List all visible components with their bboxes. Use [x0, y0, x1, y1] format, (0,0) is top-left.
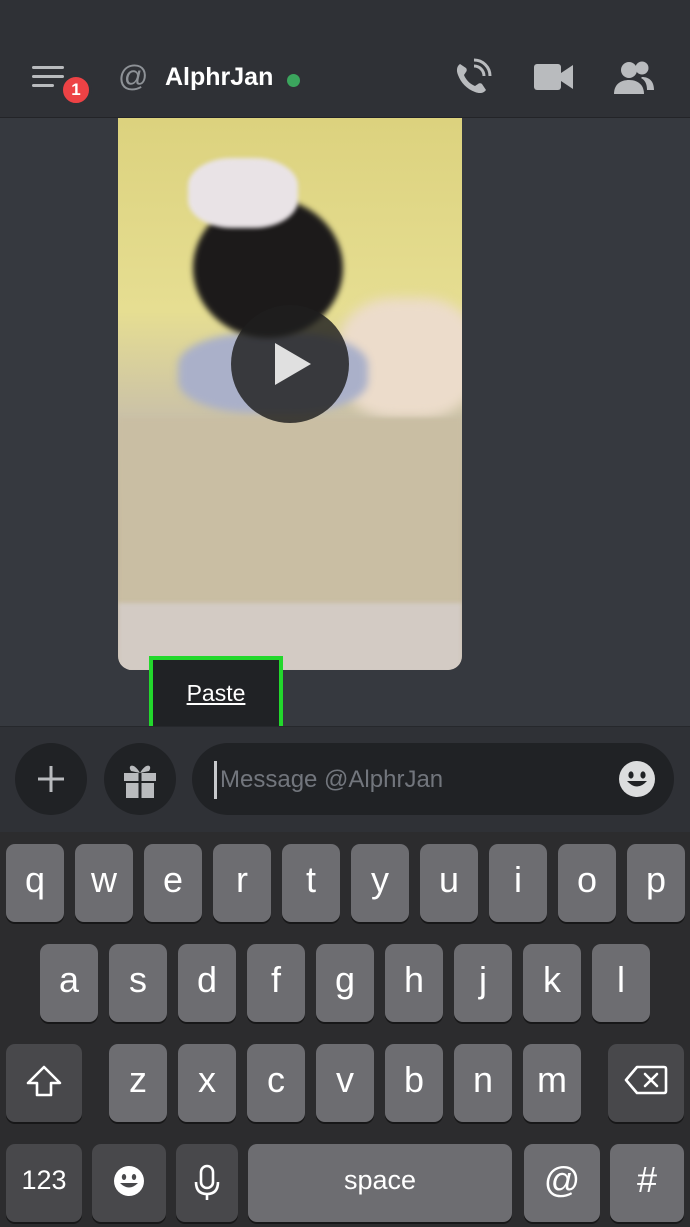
hash-key[interactable]: #: [610, 1144, 684, 1222]
members-button[interactable]: [612, 60, 656, 101]
emoji-keyboard-icon: [114, 1166, 144, 1196]
key-h[interactable]: h: [385, 944, 443, 1022]
key-v[interactable]: v: [316, 1044, 374, 1122]
key-p[interactable]: p: [627, 844, 685, 922]
key-i[interactable]: i: [489, 844, 547, 922]
message-input[interactable]: Message @AlphrJan: [192, 743, 674, 815]
on-screen-keyboard: q w e r t y u i o p a s d f g h j k l z …: [0, 832, 690, 1227]
key-j[interactable]: j: [454, 944, 512, 1022]
video-call-icon: [534, 64, 573, 90]
key-l[interactable]: l: [592, 944, 650, 1022]
gift-icon: [124, 765, 156, 798]
key-u[interactable]: u: [420, 844, 478, 922]
at-key[interactable]: @: [524, 1144, 600, 1222]
key-s[interactable]: s: [109, 944, 167, 1022]
add-attachment-button[interactable]: [15, 743, 87, 815]
voice-call-button[interactable]: [452, 58, 492, 103]
video-attachment[interactable]: [118, 118, 462, 670]
message-composer: Message @AlphrJan: [0, 726, 690, 832]
menu-icon-line: [32, 75, 64, 78]
key-t[interactable]: t: [282, 844, 340, 922]
key-r[interactable]: r: [213, 844, 271, 922]
shift-key[interactable]: [6, 1044, 82, 1122]
key-m[interactable]: m: [523, 1044, 581, 1122]
backspace-icon: [624, 1065, 668, 1095]
video-frame: [188, 158, 298, 228]
text-caret: [214, 761, 217, 799]
key-d[interactable]: d: [178, 944, 236, 1022]
microphone-icon: [194, 1164, 220, 1200]
key-a[interactable]: a: [40, 944, 98, 1022]
key-z[interactable]: z: [109, 1044, 167, 1122]
app-root: 1 @ AlphrJan Paste Message @AlphrJan q w…: [0, 0, 690, 1227]
paste-popup[interactable]: Paste: [149, 656, 283, 730]
backspace-key[interactable]: [608, 1044, 684, 1122]
online-status-dot: [287, 74, 300, 87]
plus-icon: [38, 766, 64, 792]
space-key[interactable]: space: [248, 1144, 512, 1222]
paste-label[interactable]: Paste: [153, 680, 279, 707]
video-frame: [118, 418, 462, 608]
unread-badge: 1: [60, 74, 92, 106]
key-q[interactable]: q: [6, 844, 64, 922]
menu-icon-line: [32, 84, 54, 87]
key-w[interactable]: w: [75, 844, 133, 922]
key-o[interactable]: o: [558, 844, 616, 922]
key-g[interactable]: g: [316, 944, 374, 1022]
voice-call-icon: [456, 58, 492, 94]
emoji-icon: [619, 761, 655, 797]
channel-header: 1 @ AlphrJan: [0, 0, 690, 118]
numbers-key[interactable]: 123: [6, 1144, 82, 1222]
menu-icon: [32, 66, 64, 69]
members-icon: [614, 61, 654, 94]
emoji-button[interactable]: [618, 760, 656, 803]
play-button[interactable]: [231, 305, 349, 423]
key-x[interactable]: x: [178, 1044, 236, 1122]
key-k[interactable]: k: [523, 944, 581, 1022]
key-y[interactable]: y: [351, 844, 409, 922]
dm-user-name[interactable]: AlphrJan: [165, 63, 273, 92]
microphone-key[interactable]: [176, 1144, 238, 1222]
emoji-key[interactable]: [92, 1144, 166, 1222]
shift-icon: [26, 1065, 62, 1097]
at-icon: @: [118, 60, 149, 93]
key-f[interactable]: f: [247, 944, 305, 1022]
message-input-placeholder: Message @AlphrJan: [220, 766, 444, 793]
gift-button[interactable]: [104, 743, 176, 815]
key-c[interactable]: c: [247, 1044, 305, 1122]
key-n[interactable]: n: [454, 1044, 512, 1122]
video-call-button[interactable]: [534, 62, 574, 97]
key-b[interactable]: b: [385, 1044, 443, 1122]
key-e[interactable]: e: [144, 844, 202, 922]
play-icon: [275, 343, 311, 385]
